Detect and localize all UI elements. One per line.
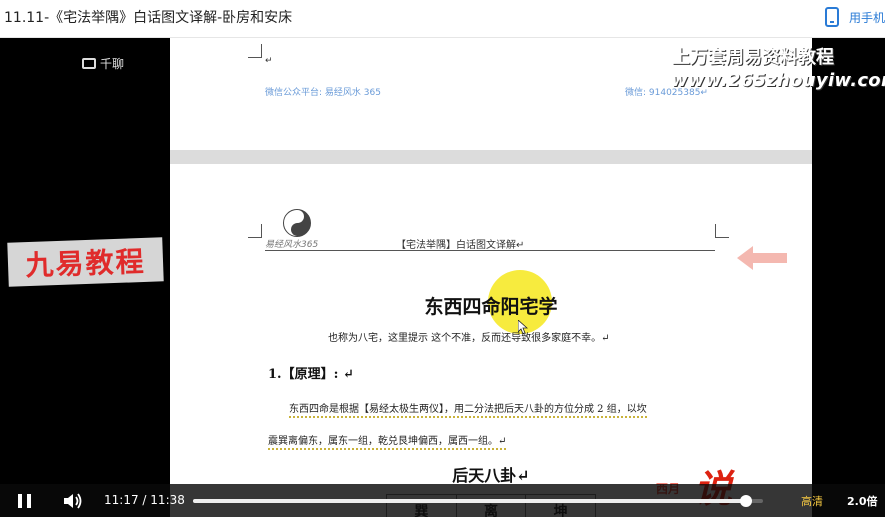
- header-center-text: 【宅法举隅】白话图文译解↵: [396, 240, 525, 251]
- intro-text: 也称为八宅，这里提示 这个不准，反而还导致很多家庭不幸。↵: [328, 333, 610, 344]
- body-line-1: 东西四命是根据【易经太极生两仪】，用二分法把后天八卦的方位分成 2 组，以坎: [289, 400, 647, 418]
- phone-icon: [824, 7, 839, 27]
- yin-yang-icon: [283, 209, 311, 237]
- arrow-left-icon: [737, 246, 787, 270]
- document-viewport: ↵ 微信公众平台: 易经风水 365 微信: 914025385↵ 易经风水36…: [170, 38, 812, 517]
- side-logo-text: 九易教程: [24, 244, 147, 283]
- crop-mark: [248, 224, 262, 238]
- player-controls: 11:17 / 11:38 高清 2.0倍: [0, 484, 885, 517]
- current-time: 11:17: [104, 493, 139, 507]
- paragraph-mark: ↵: [265, 56, 273, 66]
- brand-watermark: 千聊: [82, 55, 124, 72]
- page-gap: [170, 150, 812, 164]
- progress-fill: [193, 499, 746, 503]
- crop-mark: [715, 224, 729, 238]
- video-title: 11.11-《宅法举隅》白话图文译解-卧房和安床: [4, 10, 293, 26]
- body-line-2: 震巽离偏东，属东一组，乾兑艮坤偏西，属西一组。↵: [268, 432, 507, 450]
- side-logo: 九易教程: [7, 237, 164, 287]
- progress-handle[interactable]: [739, 495, 752, 507]
- header-left-text: 易经风水365: [265, 240, 319, 250]
- page-title: 东西四命阳宅学: [424, 296, 558, 318]
- time-display: 11:17 / 11:38: [104, 493, 185, 507]
- section-heading: 1.【原理】: ↵: [268, 367, 354, 382]
- volume-button[interactable]: [64, 493, 84, 509]
- watch-on-phone-label: 用手机: [848, 10, 885, 25]
- watch-on-phone-button[interactable]: 用手机: [824, 6, 885, 28]
- pause-button[interactable]: [18, 494, 32, 508]
- chat-icon: [82, 58, 96, 69]
- progress-bar[interactable]: [193, 495, 763, 507]
- title-bar: 11.11-《宅法举隅》白话图文译解-卧房和安床 用手机: [0, 0, 885, 38]
- speed-button[interactable]: 2.0倍: [847, 493, 878, 509]
- ad-line-2: www.265zhouyiw.com: [671, 70, 885, 91]
- crop-mark: [248, 44, 262, 58]
- ad-line-1: 上万套周易资料教程: [672, 47, 834, 68]
- header-rule: [265, 250, 715, 251]
- quality-button[interactable]: 高清: [801, 493, 823, 509]
- pause-icon: [18, 494, 22, 508]
- footer-left-note: 微信公众平台: 易经风水 365: [265, 88, 381, 98]
- video-player[interactable]: ↵ 微信公众平台: 易经风水 365 微信: 914025385↵ 易经风水36…: [0, 38, 885, 517]
- duration: 11:38: [150, 493, 185, 507]
- brand-label: 千聊: [100, 57, 125, 71]
